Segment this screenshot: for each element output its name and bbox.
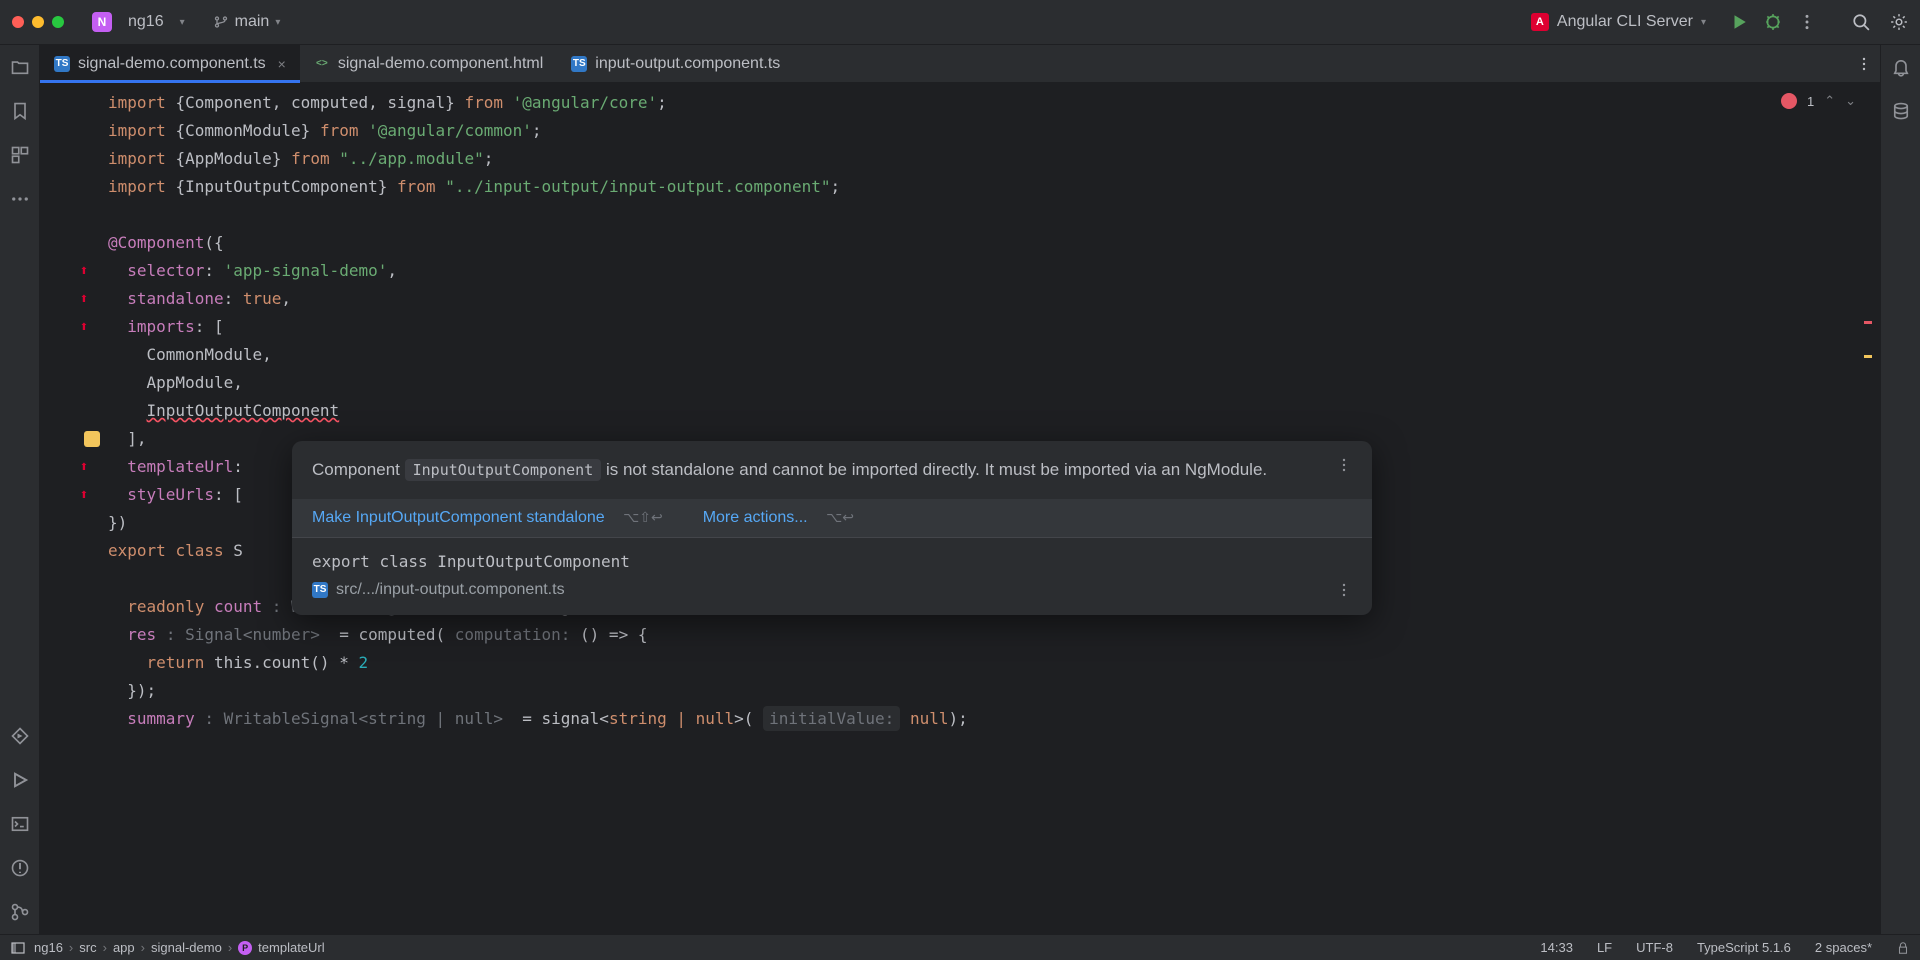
more-icon[interactable] [1798, 13, 1816, 31]
search-icon[interactable] [1852, 13, 1870, 31]
error-count: 1 [1807, 94, 1814, 109]
shortcut-label: ⌥⇧↩ [623, 509, 663, 525]
close-icon[interactable]: × [278, 56, 286, 72]
debug-icon[interactable] [1764, 13, 1782, 31]
line-separator[interactable]: LF [1597, 940, 1612, 955]
breadcrumb-item[interactable]: app [113, 940, 135, 955]
folder-icon[interactable] [10, 57, 30, 77]
tab-label: signal-demo.component.ts [78, 55, 266, 73]
angular-icon: A [1531, 13, 1549, 31]
branch-name: main [235, 13, 270, 31]
angular-gutter-icon[interactable]: ⬆ [76, 263, 92, 279]
project-badge[interactable]: N [92, 12, 112, 32]
readonly-toggle-icon[interactable] [1896, 941, 1910, 955]
chevron-down-icon: ▾ [275, 17, 280, 28]
angular-gutter-icon[interactable]: ⬆ [76, 319, 92, 335]
more-actions-link[interactable]: More actions... [703, 509, 808, 526]
vcs-icon[interactable] [10, 902, 30, 922]
editor-tabs: TS signal-demo.component.ts × <> signal-… [40, 45, 1880, 83]
tab-signal-demo-html[interactable]: <> signal-demo.component.html [300, 45, 557, 82]
code-editor[interactable]: ⬆ ⬆ ⬆ ⬆ ⬆ import {Component, computed, s… [40, 83, 1880, 934]
inspection-indicator[interactable]: 1 ⌃ ⌄ [1781, 93, 1856, 109]
warning-mark[interactable] [1864, 355, 1872, 358]
scrollbar-markers [1862, 83, 1872, 934]
tab-label: input-output.component.ts [595, 55, 780, 73]
bookmarks-icon[interactable] [10, 101, 30, 121]
error-badge-icon [1781, 93, 1797, 109]
titlebar: N ng16 ▾ main ▾ A Angular CLI Server ▾ [0, 0, 1920, 45]
cursor-position[interactable]: 14:33 [1540, 940, 1573, 955]
database-icon[interactable] [1891, 101, 1911, 121]
angular-gutter-icon[interactable]: ⬆ [76, 487, 92, 503]
popup-message: Component InputOutputComponent is not st… [312, 457, 1267, 483]
definition-preview: export class InputOutputComponent [292, 538, 1372, 575]
left-toolwindow-bar [0, 45, 40, 934]
terminal-icon[interactable] [10, 814, 30, 834]
run-config-name: Angular CLI Server [1557, 13, 1693, 31]
quickfix-make-standalone[interactable]: Make InputOutputComponent standalone [312, 509, 605, 526]
prev-error-icon[interactable]: ⌃ [1824, 93, 1835, 109]
property-icon: P [238, 941, 252, 955]
branch-icon [213, 14, 229, 30]
tab-input-output-ts[interactable]: TS input-output.component.ts [557, 45, 794, 82]
structure-icon[interactable] [10, 145, 30, 165]
more-icon[interactable] [1336, 582, 1352, 598]
project-name[interactable]: ng16 [128, 13, 164, 31]
chevron-down-icon: ▾ [1701, 17, 1706, 28]
gear-icon[interactable] [1890, 13, 1908, 31]
right-toolwindow-bar [1880, 45, 1920, 934]
tab-signal-demo-ts[interactable]: TS signal-demo.component.ts × [40, 45, 300, 82]
error-mark[interactable] [1864, 321, 1872, 324]
problems-icon[interactable] [10, 858, 30, 878]
window-controls [12, 16, 64, 28]
minimize-window[interactable] [32, 16, 44, 28]
breadcrumb-item[interactable]: templateUrl [258, 940, 324, 955]
indent-setting[interactable]: 2 spaces* [1815, 940, 1872, 955]
breadcrumb[interactable]: ng16 › src › app › signal-demo › P templ… [34, 940, 325, 955]
ts-icon: TS [312, 582, 328, 598]
error-tooltip-popup: Component InputOutputComponent is not st… [292, 441, 1372, 615]
intention-bulb-icon[interactable] [84, 431, 100, 447]
ts-icon: TS [54, 56, 70, 72]
editor-gutter: ⬆ ⬆ ⬆ ⬆ ⬆ [40, 83, 100, 934]
chevron-down-icon[interactable]: ▾ [180, 17, 185, 28]
shortcut-label: ⌥↩ [826, 509, 854, 525]
html-icon: <> [314, 56, 330, 72]
language-service[interactable]: TypeScript 5.1.6 [1697, 940, 1791, 955]
more-icon[interactable] [1856, 56, 1872, 72]
ts-icon: TS [571, 56, 587, 72]
editor-area: TS signal-demo.component.ts × <> signal-… [40, 45, 1880, 934]
notifications-icon[interactable] [1891, 57, 1911, 77]
breadcrumb-item[interactable]: signal-demo [151, 940, 222, 955]
services-icon[interactable] [10, 726, 30, 746]
maximize-window[interactable] [52, 16, 64, 28]
more-icon[interactable] [10, 189, 30, 209]
run-tool-icon[interactable] [10, 770, 30, 790]
run-icon[interactable] [1730, 13, 1748, 31]
close-window[interactable] [12, 16, 24, 28]
definition-path[interactable]: src/.../input-output.component.ts [336, 581, 565, 599]
breadcrumb-item[interactable]: ng16 [34, 940, 63, 955]
angular-gutter-icon[interactable]: ⬆ [76, 291, 92, 307]
next-error-icon[interactable]: ⌄ [1845, 93, 1856, 109]
file-encoding[interactable]: UTF-8 [1636, 940, 1673, 955]
run-configuration[interactable]: A Angular CLI Server ▾ [1531, 13, 1706, 31]
statusbar: ng16 › src › app › signal-demo › P templ… [0, 934, 1920, 960]
angular-gutter-icon[interactable]: ⬆ [76, 459, 92, 475]
tab-label: signal-demo.component.html [338, 55, 543, 73]
toolwindow-toggle-icon[interactable] [10, 940, 26, 956]
breadcrumb-item[interactable]: src [79, 940, 96, 955]
vcs-branch[interactable]: main ▾ [213, 13, 281, 31]
more-icon[interactable] [1336, 457, 1352, 473]
